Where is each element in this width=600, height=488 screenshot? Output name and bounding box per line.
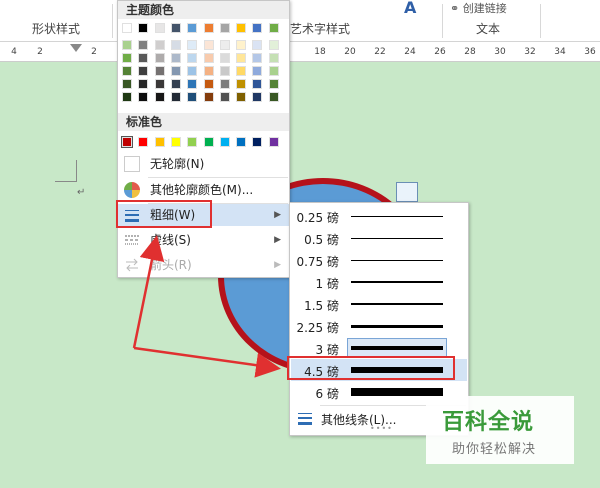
watermark-title: 百科全说 xyxy=(442,410,535,435)
annotation-arrow-right xyxy=(133,346,281,378)
watermark-subtitle: 助你轻松解决 xyxy=(452,442,537,457)
watermark: 百科全说 助你轻松解决 xyxy=(426,396,574,464)
annotation-arrow-up xyxy=(132,235,165,349)
